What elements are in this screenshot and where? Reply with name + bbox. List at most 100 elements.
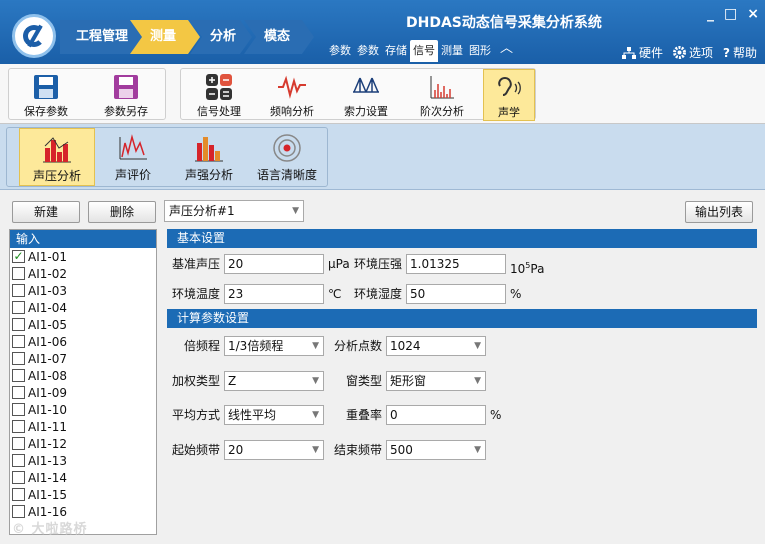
sound-pressure-analysis-button[interactable]: 声压分析 xyxy=(19,128,95,186)
save-as-icon xyxy=(114,75,138,99)
chevron-down-icon: ▼ xyxy=(474,376,481,386)
options-link[interactable]: 选项 xyxy=(673,44,713,61)
channel-item[interactable]: AI1-13 xyxy=(10,452,156,469)
workflow-step-modal[interactable]: 模态 xyxy=(244,20,314,54)
channel-item[interactable]: AI1-15 xyxy=(10,486,156,503)
weighting-label: 加权类型 xyxy=(171,374,220,388)
channel-item[interactable]: ✓ AI1-01 xyxy=(10,248,156,265)
channel-label: AI1-16 xyxy=(28,504,67,519)
app-title: DHDAS动态信号采集分析系统 xyxy=(406,15,602,31)
collapse-ribbon-icon[interactable]: ︿ xyxy=(494,40,519,62)
average-label: 平均方式 xyxy=(171,408,220,422)
channel-checkbox[interactable] xyxy=(12,335,25,348)
channel-label: AI1-05 xyxy=(28,317,67,332)
new-button[interactable]: 新建 xyxy=(12,201,80,223)
minimize-button[interactable]: _ xyxy=(707,6,714,22)
help-link[interactable]: ? 帮助 xyxy=(723,44,757,61)
tab-storage[interactable]: 存储 xyxy=(382,40,410,62)
order-analysis-button[interactable]: 阶次分析 xyxy=(407,69,477,121)
acoustics-button[interactable]: 声学 xyxy=(483,69,535,121)
signal-processing-button[interactable]: 信号处理 xyxy=(184,69,254,121)
export-list-button[interactable]: 输出列表 xyxy=(685,201,753,223)
cable-force-button[interactable]: 索力设置 xyxy=(331,69,401,121)
channel-label: AI1-13 xyxy=(28,453,67,468)
channel-item[interactable]: AI1-06 xyxy=(10,333,156,350)
channel-checkbox[interactable] xyxy=(12,403,25,416)
channel-checkbox[interactable] xyxy=(12,488,25,501)
window-controls: _ □ × xyxy=(707,6,759,22)
ref-pressure-unit: μPa xyxy=(328,257,350,271)
channel-item[interactable]: AI1-02 xyxy=(10,265,156,282)
channel-item[interactable]: AI1-11 xyxy=(10,418,156,435)
tab-params-2[interactable]: 参数 xyxy=(354,40,382,62)
channel-checkbox[interactable] xyxy=(12,437,25,450)
humidity-input[interactable]: 50 xyxy=(406,284,506,304)
env-pressure-unit: 105Pa xyxy=(510,261,545,276)
overlap-input[interactable]: 0 xyxy=(386,405,486,425)
channel-label: AI1-15 xyxy=(28,487,67,502)
temperature-input[interactable]: 23 xyxy=(224,284,324,304)
env-pressure-input[interactable]: 1.01325 xyxy=(406,254,506,274)
points-select[interactable]: 1024 ▼ xyxy=(386,336,486,356)
file-group: 保存参数 参数另存 xyxy=(8,68,166,120)
ref-pressure-input[interactable]: 20 xyxy=(224,254,324,274)
channel-checkbox[interactable] xyxy=(12,318,25,331)
save-params-button[interactable]: 保存参数 xyxy=(11,69,81,121)
channel-item[interactable]: AI1-07 xyxy=(10,350,156,367)
channel-checkbox[interactable] xyxy=(12,284,25,297)
channel-item[interactable]: AI1-05 xyxy=(10,316,156,333)
channel-label: AI1-06 xyxy=(28,334,67,349)
frf-analysis-button[interactable]: 频响分析 xyxy=(257,69,327,121)
channel-item[interactable]: AI1-09 xyxy=(10,384,156,401)
channel-label: AI1-14 xyxy=(28,470,67,485)
tab-measure[interactable]: 测量 xyxy=(438,40,466,62)
start-band-select[interactable]: 20 ▼ xyxy=(224,440,324,460)
average-select[interactable]: 线性平均 ▼ xyxy=(224,405,324,425)
channel-item[interactable]: AI1-14 xyxy=(10,469,156,486)
channel-item[interactable]: AI1-04 xyxy=(10,299,156,316)
sound-intensity-icon xyxy=(195,137,223,162)
channel-item[interactable]: AI1-12 xyxy=(10,435,156,452)
channel-checkbox[interactable] xyxy=(12,267,25,280)
channel-label: AI1-03 xyxy=(28,283,67,298)
overlap-label: 重叠率 xyxy=(345,408,382,422)
sound-intensity-button[interactable]: 声强分析 xyxy=(171,128,247,186)
points-label: 分析点数 xyxy=(333,339,382,353)
channel-item[interactable]: AI1-03 xyxy=(10,282,156,299)
workflow-step-project[interactable]: 工程管理 xyxy=(60,20,142,54)
channel-checkbox[interactable] xyxy=(12,301,25,314)
tab-graph[interactable]: 图形 xyxy=(466,40,494,62)
sound-evaluation-button[interactable]: 声评价 xyxy=(95,128,171,186)
basic-settings-header: 基本设置 xyxy=(167,229,757,248)
analysis-select-value: 声压分析#1 xyxy=(169,204,235,218)
save-icon xyxy=(34,75,58,99)
ref-pressure-label: 基准声压 xyxy=(171,257,220,271)
octave-select[interactable]: 1/3倍频程 ▼ xyxy=(224,336,324,356)
octave-label: 倍频程 xyxy=(183,339,220,353)
channel-checkbox[interactable] xyxy=(12,454,25,467)
weighting-select[interactable]: Z ▼ xyxy=(224,371,324,391)
top-links: 硬件 选项 ? 帮助 xyxy=(621,44,757,61)
channel-checkbox[interactable]: ✓ xyxy=(12,250,25,263)
end-band-select[interactable]: 500 ▼ xyxy=(386,440,486,460)
save-params-as-button[interactable]: 参数另存 xyxy=(91,69,161,121)
window-label: 窗类型 xyxy=(345,374,382,388)
tab-params-1[interactable]: 参数 xyxy=(326,40,354,62)
channel-checkbox[interactable] xyxy=(12,352,25,365)
channel-item[interactable]: AI1-08 xyxy=(10,367,156,384)
close-button[interactable]: × xyxy=(747,6,759,22)
start-band-label: 起始频带 xyxy=(171,443,220,457)
speech-intelligibility-button[interactable]: 语言清晰度 xyxy=(247,128,327,186)
channel-checkbox[interactable] xyxy=(12,471,25,484)
maximize-button[interactable]: □ xyxy=(724,6,737,22)
delete-button[interactable]: 删除 xyxy=(88,201,156,223)
tab-signal[interactable]: 信号 xyxy=(410,40,438,62)
channel-checkbox[interactable] xyxy=(12,420,25,433)
channel-checkbox[interactable] xyxy=(12,386,25,399)
hardware-link[interactable]: 硬件 xyxy=(621,44,663,61)
window-select[interactable]: 矩形窗 ▼ xyxy=(386,371,486,391)
channel-checkbox[interactable] xyxy=(12,369,25,382)
analysis-select[interactable]: 声压分析#1 ▼ xyxy=(164,200,304,222)
channel-checkbox[interactable] xyxy=(12,505,25,518)
channel-item[interactable]: AI1-10 xyxy=(10,401,156,418)
